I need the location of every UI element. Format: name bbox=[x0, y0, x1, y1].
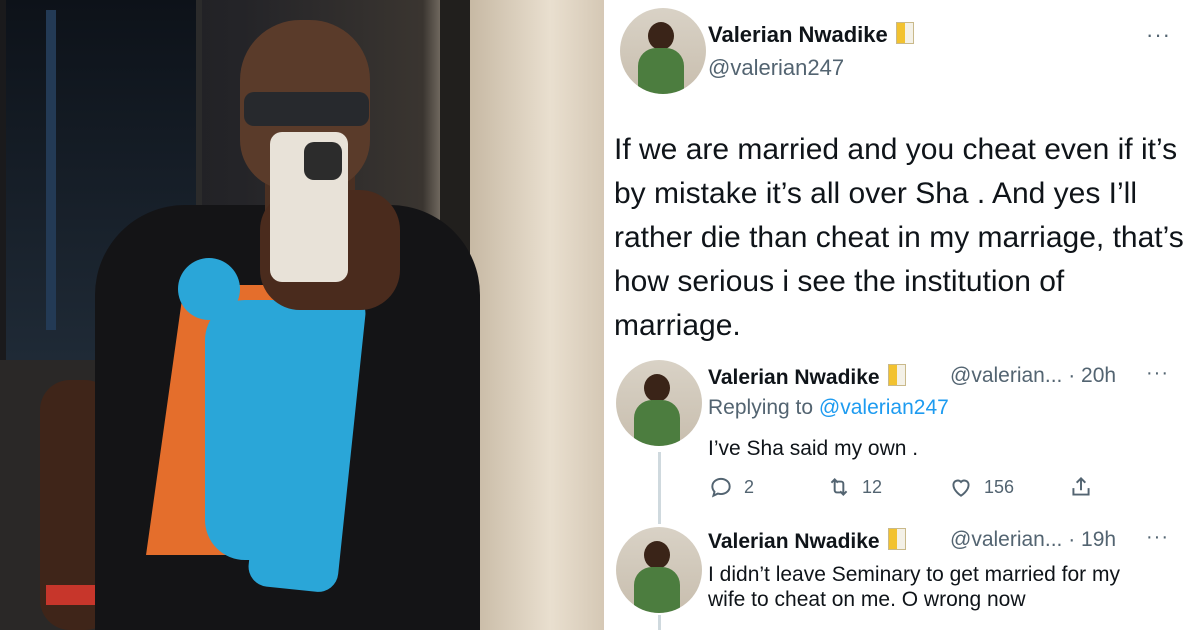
more-icon[interactable]: ··· bbox=[1146, 22, 1171, 48]
flag-icon bbox=[887, 528, 906, 550]
replying-to-link[interactable]: @valerian247 bbox=[819, 396, 949, 419]
reply-text: I didn’t leave Seminary to get married f… bbox=[708, 563, 1121, 611]
reply-author-name-text[interactable]: Valerian Nwadike bbox=[708, 530, 880, 553]
photo-sunglasses bbox=[244, 92, 369, 126]
retweet-icon bbox=[830, 478, 848, 496]
reply-author-name[interactable]: Valerian Nwadike bbox=[708, 528, 906, 554]
avatar[interactable] bbox=[620, 8, 706, 94]
author-handle[interactable]: @valerian247 bbox=[708, 55, 844, 81]
reply-icon bbox=[711, 477, 731, 498]
flag-icon bbox=[895, 22, 914, 44]
more-icon[interactable]: ··· bbox=[1146, 526, 1169, 549]
like-button[interactable]: 156 bbox=[948, 474, 1014, 500]
reply-handle-time[interactable]: @valerian... · 20h bbox=[950, 364, 1116, 388]
photo-phone-camera bbox=[304, 142, 342, 180]
photo-wall bbox=[470, 0, 604, 630]
selfie-photo bbox=[0, 0, 604, 630]
reply-author-name[interactable]: Valerian Nwadike bbox=[708, 364, 906, 390]
tweet-thread: Valerian Nwadike @valerian247 ··· If we … bbox=[604, 0, 1200, 630]
like-icon bbox=[952, 479, 970, 497]
avatar[interactable] bbox=[616, 527, 702, 613]
reply-handle-time[interactable]: @valerian... · 19h bbox=[950, 528, 1116, 552]
retweet-button[interactable]: 12 bbox=[826, 474, 882, 500]
share-button[interactable] bbox=[1068, 474, 1094, 500]
thread-connector-line bbox=[658, 452, 661, 524]
author-name-text[interactable]: Valerian Nwadike bbox=[708, 22, 888, 47]
avatar[interactable] bbox=[616, 360, 702, 446]
replying-to-prefix: Replying to bbox=[708, 396, 819, 419]
reply-button[interactable]: 2 bbox=[708, 474, 754, 500]
shirt-print-basketball bbox=[178, 258, 240, 320]
retweet-count: 12 bbox=[862, 476, 883, 497]
reply-text: I’ve Sha said my own . bbox=[708, 437, 919, 460]
more-icon[interactable]: ··· bbox=[1146, 362, 1169, 385]
tweet-actions: 2 12 156 bbox=[708, 474, 1090, 504]
flag-icon bbox=[887, 364, 906, 386]
main-tweet-text: If we are married and you cheat even if … bbox=[614, 133, 1184, 342]
replying-to: Replying to @valerian247 bbox=[708, 396, 949, 420]
thread-connector-line bbox=[658, 615, 661, 630]
share-icon bbox=[1072, 476, 1090, 496]
author-name[interactable]: Valerian Nwadike bbox=[708, 22, 914, 48]
reply-count: 2 bbox=[744, 476, 755, 497]
like-count: 156 bbox=[984, 476, 1015, 497]
reply-author-name-text[interactable]: Valerian Nwadike bbox=[708, 366, 880, 389]
